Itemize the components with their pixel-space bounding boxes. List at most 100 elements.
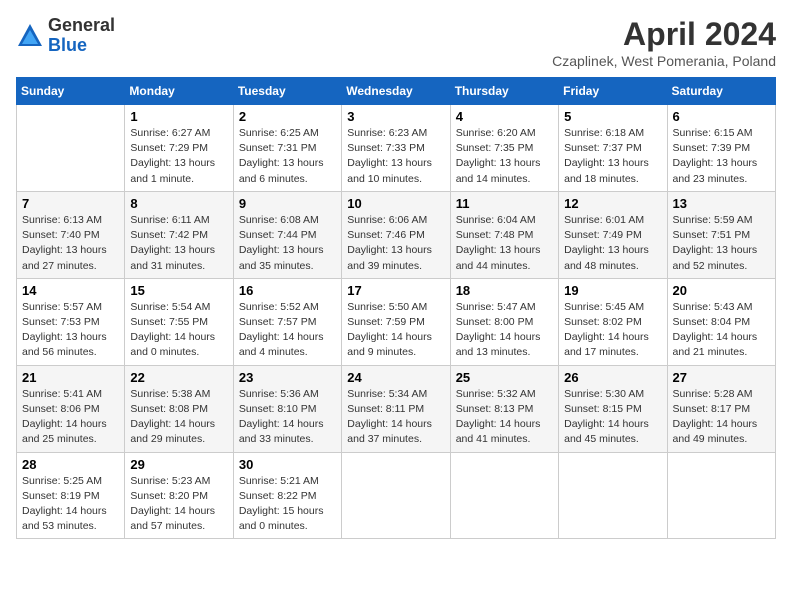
calendar-header: SundayMondayTuesdayWednesdayThursdayFrid… <box>17 78 776 105</box>
calendar-cell: 5 Sunrise: 6:18 AM Sunset: 7:37 PM Daylig… <box>559 105 667 192</box>
day-number: 26 <box>564 370 661 385</box>
day-number: 7 <box>22 196 119 211</box>
day-info: Sunrise: 6:27 AM Sunset: 7:29 PM Dayligh… <box>130 126 227 187</box>
calendar-cell: 6 Sunrise: 6:15 AM Sunset: 7:39 PM Daylig… <box>667 105 775 192</box>
day-number: 17 <box>347 283 444 298</box>
weekday-friday: Friday <box>559 78 667 105</box>
calendar-cell: 29 Sunrise: 5:23 AM Sunset: 8:20 PM Dayli… <box>125 452 233 539</box>
calendar-cell: 4 Sunrise: 6:20 AM Sunset: 7:35 PM Daylig… <box>450 105 558 192</box>
weekday-wednesday: Wednesday <box>342 78 450 105</box>
calendar-cell <box>342 452 450 539</box>
day-info: Sunrise: 5:41 AM Sunset: 8:06 PM Dayligh… <box>22 387 119 448</box>
calendar-cell: 7 Sunrise: 6:13 AM Sunset: 7:40 PM Daylig… <box>17 191 125 278</box>
calendar-cell: 28 Sunrise: 5:25 AM Sunset: 8:19 PM Dayli… <box>17 452 125 539</box>
day-info: Sunrise: 5:34 AM Sunset: 8:11 PM Dayligh… <box>347 387 444 448</box>
calendar-cell: 9 Sunrise: 6:08 AM Sunset: 7:44 PM Daylig… <box>233 191 341 278</box>
day-number: 6 <box>673 109 770 124</box>
location: Czaplinek, West Pomerania, Poland <box>552 53 776 69</box>
day-number: 29 <box>130 457 227 472</box>
calendar-cell: 27Sunrise: 5:28 AM Sunset: 8:17 PM Dayli… <box>667 365 775 452</box>
day-info: Sunrise: 6:06 AM Sunset: 7:46 PM Dayligh… <box>347 213 444 274</box>
day-info: Sunrise: 6:04 AM Sunset: 7:48 PM Dayligh… <box>456 213 553 274</box>
day-number: 13 <box>673 196 770 211</box>
day-info: Sunrise: 5:32 AM Sunset: 8:13 PM Dayligh… <box>456 387 553 448</box>
weekday-header-row: SundayMondayTuesdayWednesdayThursdayFrid… <box>17 78 776 105</box>
calendar-cell: 3Sunrise: 6:23 AM Sunset: 7:33 PM Daylig… <box>342 105 450 192</box>
day-info: Sunrise: 6:01 AM Sunset: 7:49 PM Dayligh… <box>564 213 661 274</box>
day-number: 25 <box>456 370 553 385</box>
day-number: 9 <box>239 196 336 211</box>
calendar-cell: 2 Sunrise: 6:25 AM Sunset: 7:31 PM Daylig… <box>233 105 341 192</box>
weekday-tuesday: Tuesday <box>233 78 341 105</box>
calendar-cell: 8Sunrise: 6:11 AM Sunset: 7:42 PM Daylig… <box>125 191 233 278</box>
calendar-cell: 15 Sunrise: 5:54 AM Sunset: 7:55 PM Dayli… <box>125 278 233 365</box>
calendar-cell: 24 Sunrise: 5:34 AM Sunset: 8:11 PM Dayli… <box>342 365 450 452</box>
day-number: 23 <box>239 370 336 385</box>
day-number: 28 <box>22 457 119 472</box>
weekday-thursday: Thursday <box>450 78 558 105</box>
calendar-cell: 23 Sunrise: 5:36 AM Sunset: 8:10 PM Dayli… <box>233 365 341 452</box>
calendar-cell: 11 Sunrise: 6:04 AM Sunset: 7:48 PM Dayli… <box>450 191 558 278</box>
day-number: 11 <box>456 196 553 211</box>
weekday-monday: Monday <box>125 78 233 105</box>
day-info: Sunrise: 5:36 AM Sunset: 8:10 PM Dayligh… <box>239 387 336 448</box>
day-number: 20 <box>673 283 770 298</box>
day-info: Sunrise: 6:25 AM Sunset: 7:31 PM Dayligh… <box>239 126 336 187</box>
day-info: Sunrise: 5:59 AM Sunset: 7:51 PM Dayligh… <box>673 213 770 274</box>
logo-icon <box>16 22 44 50</box>
weekday-saturday: Saturday <box>667 78 775 105</box>
calendar-cell: 25 Sunrise: 5:32 AM Sunset: 8:13 PM Dayli… <box>450 365 558 452</box>
calendar-cell: 19Sunrise: 5:45 AM Sunset: 8:02 PM Dayli… <box>559 278 667 365</box>
calendar-cell: 14Sunrise: 5:57 AM Sunset: 7:53 PM Dayli… <box>17 278 125 365</box>
day-info: Sunrise: 6:23 AM Sunset: 7:33 PM Dayligh… <box>347 126 444 187</box>
week-row-3: 14Sunrise: 5:57 AM Sunset: 7:53 PM Dayli… <box>17 278 776 365</box>
calendar-cell <box>667 452 775 539</box>
day-number: 8 <box>130 196 227 211</box>
logo: General Blue <box>16 16 115 56</box>
day-info: Sunrise: 5:52 AM Sunset: 7:57 PM Dayligh… <box>239 300 336 361</box>
calendar-table: SundayMondayTuesdayWednesdayThursdayFrid… <box>16 77 776 539</box>
day-info: Sunrise: 5:21 AM Sunset: 8:22 PM Dayligh… <box>239 474 336 535</box>
week-row-4: 21 Sunrise: 5:41 AM Sunset: 8:06 PM Dayli… <box>17 365 776 452</box>
month-title: April 2024 <box>552 16 776 53</box>
calendar-cell: 21 Sunrise: 5:41 AM Sunset: 8:06 PM Dayli… <box>17 365 125 452</box>
day-info: Sunrise: 6:20 AM Sunset: 7:35 PM Dayligh… <box>456 126 553 187</box>
calendar-cell: 13 Sunrise: 5:59 AM Sunset: 7:51 PM Dayli… <box>667 191 775 278</box>
day-info: Sunrise: 6:15 AM Sunset: 7:39 PM Dayligh… <box>673 126 770 187</box>
day-number: 12 <box>564 196 661 211</box>
day-info: Sunrise: 5:47 AM Sunset: 8:00 PM Dayligh… <box>456 300 553 361</box>
day-number: 18 <box>456 283 553 298</box>
day-number: 4 <box>456 109 553 124</box>
day-info: Sunrise: 6:13 AM Sunset: 7:40 PM Dayligh… <box>22 213 119 274</box>
calendar-cell: 1 Sunrise: 6:27 AM Sunset: 7:29 PM Daylig… <box>125 105 233 192</box>
day-info: Sunrise: 5:50 AM Sunset: 7:59 PM Dayligh… <box>347 300 444 361</box>
title-block: April 2024 Czaplinek, West Pomerania, Po… <box>552 16 776 69</box>
day-number: 10 <box>347 196 444 211</box>
day-number: 27 <box>673 370 770 385</box>
day-info: Sunrise: 5:23 AM Sunset: 8:20 PM Dayligh… <box>130 474 227 535</box>
calendar-cell: 17 Sunrise: 5:50 AM Sunset: 7:59 PM Dayli… <box>342 278 450 365</box>
calendar-cell: 26Sunrise: 5:30 AM Sunset: 8:15 PM Dayli… <box>559 365 667 452</box>
day-number: 30 <box>239 457 336 472</box>
day-number: 1 <box>130 109 227 124</box>
day-info: Sunrise: 5:25 AM Sunset: 8:19 PM Dayligh… <box>22 474 119 535</box>
day-number: 5 <box>564 109 661 124</box>
calendar-cell: 30 Sunrise: 5:21 AM Sunset: 8:22 PM Dayli… <box>233 452 341 539</box>
day-number: 21 <box>22 370 119 385</box>
day-number: 24 <box>347 370 444 385</box>
week-row-2: 7 Sunrise: 6:13 AM Sunset: 7:40 PM Daylig… <box>17 191 776 278</box>
day-info: Sunrise: 5:45 AM Sunset: 8:02 PM Dayligh… <box>564 300 661 361</box>
calendar-cell: 18 Sunrise: 5:47 AM Sunset: 8:00 PM Dayli… <box>450 278 558 365</box>
day-number: 16 <box>239 283 336 298</box>
day-info: Sunrise: 6:18 AM Sunset: 7:37 PM Dayligh… <box>564 126 661 187</box>
day-info: Sunrise: 6:08 AM Sunset: 7:44 PM Dayligh… <box>239 213 336 274</box>
calendar-cell <box>559 452 667 539</box>
calendar-cell: 16 Sunrise: 5:52 AM Sunset: 7:57 PM Dayli… <box>233 278 341 365</box>
week-row-5: 28 Sunrise: 5:25 AM Sunset: 8:19 PM Dayli… <box>17 452 776 539</box>
day-number: 15 <box>130 283 227 298</box>
day-info: Sunrise: 5:54 AM Sunset: 7:55 PM Dayligh… <box>130 300 227 361</box>
day-info: Sunrise: 5:43 AM Sunset: 8:04 PM Dayligh… <box>673 300 770 361</box>
calendar-cell: 20 Sunrise: 5:43 AM Sunset: 8:04 PM Dayli… <box>667 278 775 365</box>
day-number: 2 <box>239 109 336 124</box>
day-info: Sunrise: 5:38 AM Sunset: 8:08 PM Dayligh… <box>130 387 227 448</box>
